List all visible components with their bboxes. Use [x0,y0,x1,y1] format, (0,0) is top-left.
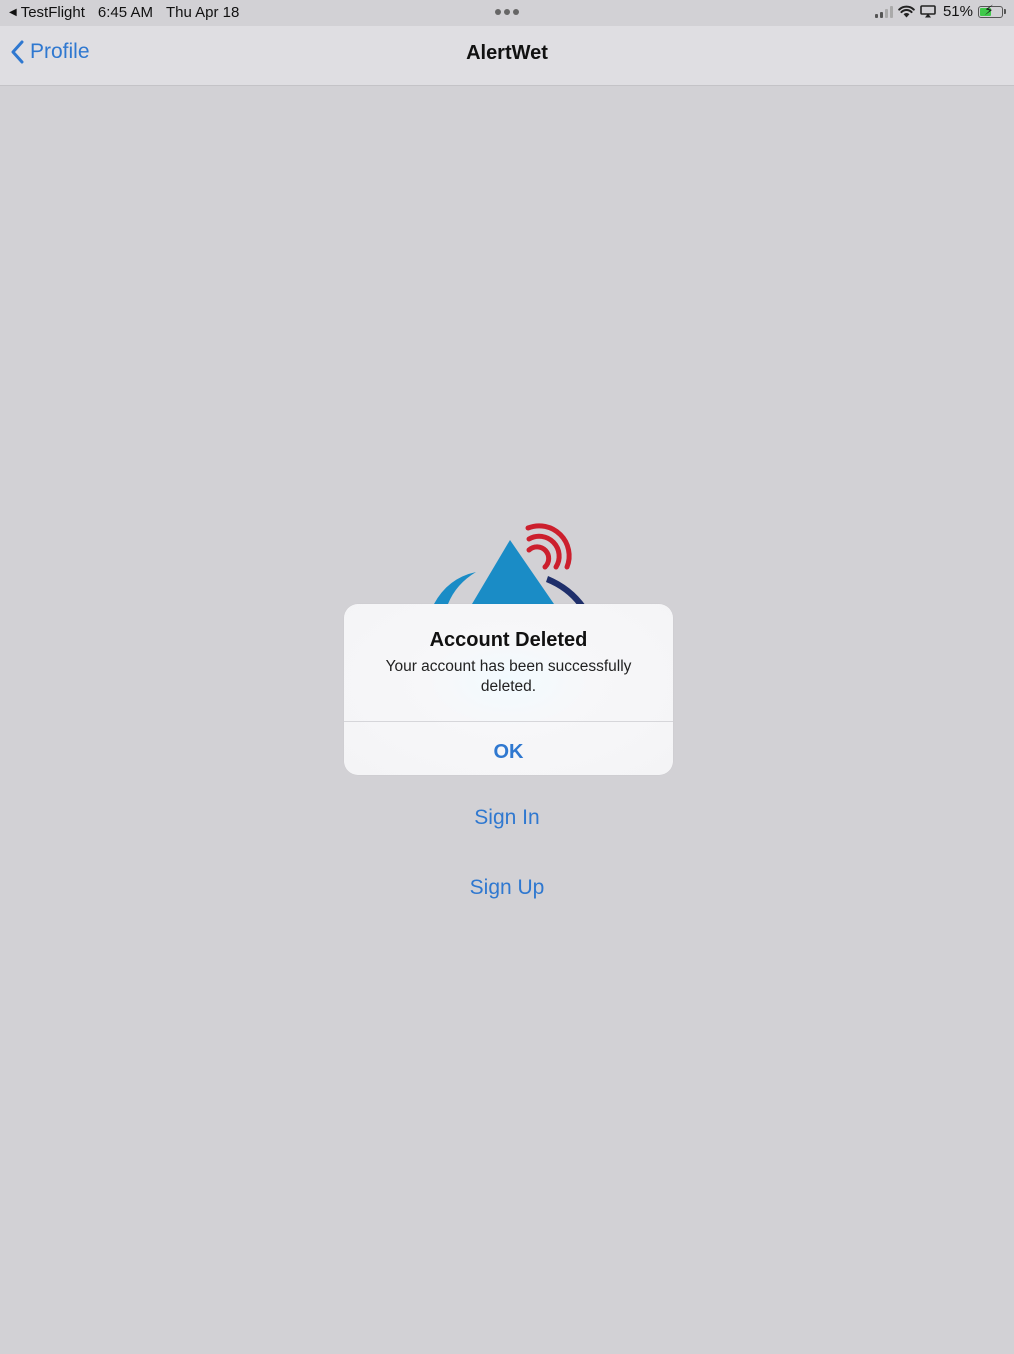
alert-title: Account Deleted [429,629,588,651]
back-to-app-icon[interactable]: ◀ [9,7,17,18]
status-date: Thu Apr 18 [165,4,240,21]
alert-dialog: Account Deleted Your account has been su… [344,604,673,775]
sign-up-link[interactable]: Sign Up [0,876,1014,900]
sign-in-link[interactable]: Sign In [0,806,1014,830]
back-to-app-label[interactable]: TestFlight [21,4,85,21]
battery-charging-icon: ⚡ [978,3,1003,18]
app-screen: ◀ TestFlight 6:45 AM Thu Apr 18 51% ⚡ Pr… [0,0,1014,1354]
status-left: ◀ TestFlight 6:45 AM Thu Apr 18 [9,4,239,21]
wifi-icon [898,5,915,18]
alert-message: Your account has been successfully delet… [385,658,632,695]
page-title: AlertWet [466,42,548,64]
status-right: 51% ⚡ [874,3,1006,20]
screen-mirroring-icon [920,5,936,18]
battery-percent: 51% [942,3,973,20]
cellular-signal-icon [874,5,893,18]
status-time: 6:45 AM [97,4,153,21]
status-bar: ◀ TestFlight 6:45 AM Thu Apr 18 51% ⚡ [0,0,1014,26]
battery-cap [1004,9,1006,14]
ok-button[interactable]: OK [344,722,673,775]
navigation-bar: Profile AlertWet [0,26,1014,86]
multitasking-dots-icon[interactable] [495,9,519,15]
app-logo [420,512,600,617]
